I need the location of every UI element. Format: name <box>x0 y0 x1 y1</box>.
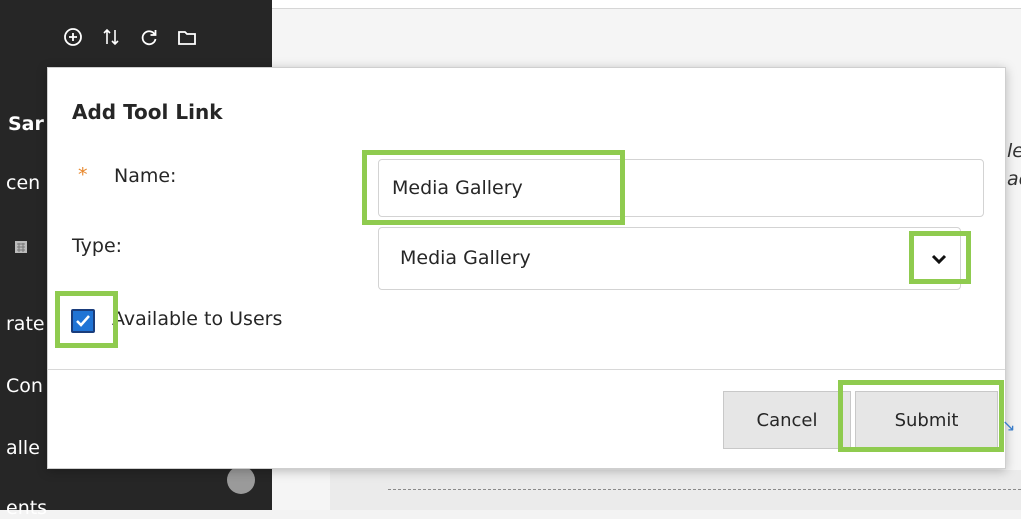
chevron-down-icon <box>931 254 947 265</box>
type-label: Type: <box>72 235 123 257</box>
required-marker: * <box>78 164 88 186</box>
sidebar-item-announcements[interactable]: cen <box>6 172 40 194</box>
name-label: Name: <box>114 165 177 187</box>
plus-circle-icon <box>64 28 82 46</box>
name-input[interactable] <box>378 159 984 217</box>
reorder-button[interactable] <box>92 18 130 56</box>
available-to-users-checkbox[interactable] <box>71 309 95 333</box>
dialog-title: Add Tool Link <box>72 100 223 124</box>
manage-folders-button[interactable] <box>168 18 206 56</box>
sidebar-item-badge[interactable] <box>227 466 255 494</box>
sidebar-toolbar <box>54 18 206 56</box>
type-select[interactable]: Media Gallery <box>378 227 961 290</box>
available-to-users-label[interactable]: Available to Users <box>112 308 282 330</box>
cancel-button[interactable]: Cancel <box>723 391 851 449</box>
dialog-footer-divider <box>48 369 1005 370</box>
sidebar-item-rate[interactable]: rate <box>6 313 45 335</box>
course-name[interactable]: Sar <box>8 113 44 135</box>
submit-button[interactable]: Submit <box>855 391 998 449</box>
partial-link-mark: ↘ <box>1002 416 1016 435</box>
sidebar-item-events[interactable]: ents <box>6 497 47 519</box>
checkmark-icon <box>76 315 90 327</box>
sidebar-item-content[interactable]: Con <box>6 375 43 397</box>
folder-icon <box>178 31 196 45</box>
type-selected-value: Media Gallery <box>400 247 531 269</box>
add-menu-item-button[interactable] <box>54 18 92 56</box>
content-panel <box>330 470 1021 510</box>
sort-arrows-icon <box>103 28 119 46</box>
partial-background-text: ac <box>1007 168 1021 190</box>
add-tool-link-dialog: Add Tool Link * Name: Type: Media Galler… <box>47 67 1006 469</box>
refresh-button[interactable] <box>130 18 168 56</box>
dashed-divider <box>388 489 1021 490</box>
sidebar-item-gallery[interactable]: alle <box>6 437 40 459</box>
calendar-icon <box>14 239 28 258</box>
partial-background-text: le <box>1007 140 1021 162</box>
top-bar <box>272 0 1021 9</box>
refresh-icon <box>141 30 157 46</box>
type-dropdown-toggle[interactable] <box>917 238 961 280</box>
